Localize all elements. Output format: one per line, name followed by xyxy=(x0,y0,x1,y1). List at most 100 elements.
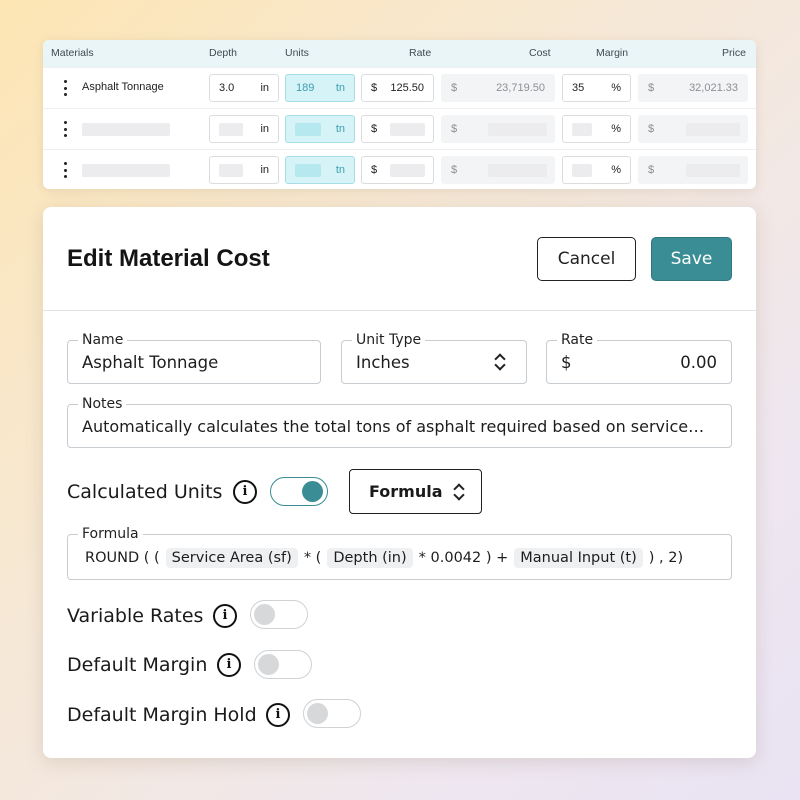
calculation-mode-value: Formula xyxy=(369,482,443,501)
header-rate: Rate xyxy=(409,47,432,59)
rate-input[interactable]: $ xyxy=(361,156,434,184)
table-row: Asphalt Tonnage 3.0 in 189 tn $ 125.50 $… xyxy=(43,67,756,107)
depth-value: 3.0 xyxy=(219,82,235,94)
cost-symbol: $ xyxy=(451,82,458,94)
edit-material-cost-dialog: Edit Material Cost Cancel Save Name Asph… xyxy=(43,207,756,758)
default-margin-hold-label: Default Margin Hold xyxy=(67,704,257,726)
units-unit: tn xyxy=(335,82,345,94)
table-row: in tn $ $ % $ xyxy=(43,108,756,148)
units-unit: tn xyxy=(335,164,345,176)
depth-input[interactable]: 3.0 in xyxy=(209,74,279,102)
table-header: Materials Depth Units Rate Cost Margin P… xyxy=(43,40,756,67)
material-name: Asphalt Tonnage xyxy=(82,81,164,93)
unit-type-value: Inches xyxy=(356,353,410,372)
header-units: Units xyxy=(285,47,309,59)
margin-input[interactable]: 35 % xyxy=(562,74,631,102)
header-divider xyxy=(43,310,756,311)
rate-input[interactable]: $ xyxy=(361,115,434,143)
formula-chip-service-area[interactable]: Service Area (sf) xyxy=(165,548,298,568)
default-margin-hold-toggle[interactable] xyxy=(303,699,361,728)
header-cost: Cost xyxy=(529,47,551,59)
formula-token: * 0.0042 ) + xyxy=(418,550,509,566)
materials-table: Materials Depth Units Rate Cost Margin P… xyxy=(43,40,756,189)
cost-symbol: $ xyxy=(451,164,458,176)
variable-rates-info-icon[interactable]: i xyxy=(213,604,237,628)
margin-unit: % xyxy=(611,164,621,176)
table-row: in tn $ $ % $ xyxy=(43,149,756,189)
rate-symbol: $ xyxy=(371,164,378,176)
save-button[interactable]: Save xyxy=(651,237,732,281)
dialog-title: Edit Material Cost xyxy=(67,245,270,272)
units-unit: tn xyxy=(335,123,345,135)
calculated-units-toggle[interactable] xyxy=(270,477,328,506)
formula-expression: ROUND ( ( Service Area (sf) * ( Depth (i… xyxy=(82,548,686,568)
margin-unit: % xyxy=(611,123,621,135)
unit-type-label: Unit Type xyxy=(352,332,426,348)
cost-value: 23,719.50 xyxy=(496,82,545,94)
unit-type-select[interactable]: Unit Type Inches xyxy=(341,332,527,384)
rate-label: Rate xyxy=(557,332,598,348)
formula-token: ) , 2) xyxy=(648,550,684,566)
chevron-up-down-icon xyxy=(494,352,506,372)
rate-symbol: $ xyxy=(561,353,572,372)
margin-value: 35 xyxy=(572,82,585,94)
default-margin-label: Default Margin xyxy=(67,654,208,676)
notes-input[interactable]: Notes Automatically calculates the total… xyxy=(67,396,732,448)
header-margin: Margin xyxy=(596,47,629,59)
cost-field: $ 23,719.50 xyxy=(441,74,555,102)
toggle-knob xyxy=(254,604,275,625)
chevron-up-down-icon xyxy=(453,482,465,502)
notes-value: Automatically calculates the total tons … xyxy=(82,417,705,436)
header-depth: Depth xyxy=(209,47,238,59)
name-placeholder xyxy=(82,164,170,177)
default-margin-info-icon[interactable]: i xyxy=(217,653,241,677)
name-value: Asphalt Tonnage xyxy=(82,353,219,372)
calculated-units-label: Calculated Units xyxy=(67,481,223,503)
formula-chip-manual-input[interactable]: Manual Input (t) xyxy=(514,548,643,568)
calculation-mode-select[interactable]: Formula xyxy=(349,469,482,514)
rate-value: 125.50 xyxy=(390,82,424,94)
formula-input[interactable]: Formula ROUND ( ( Service Area (sf) * ( … xyxy=(67,526,732,580)
margin-input[interactable]: % xyxy=(562,156,631,184)
margin-input[interactable]: % xyxy=(562,115,631,143)
name-placeholder xyxy=(82,123,170,136)
formula-chip-depth[interactable]: Depth (in) xyxy=(327,548,413,568)
depth-unit: in xyxy=(260,123,269,135)
depth-input[interactable]: in xyxy=(209,156,279,184)
cost-field: $ xyxy=(441,156,555,184)
name-label: Name xyxy=(78,332,128,348)
rate-symbol: $ xyxy=(371,82,378,94)
toggle-knob xyxy=(302,481,323,502)
row-menu-kebab-icon[interactable] xyxy=(63,80,67,96)
depth-unit: in xyxy=(260,164,269,176)
formula-label: Formula xyxy=(78,526,143,542)
cost-symbol: $ xyxy=(451,123,458,135)
default-margin-hold-info-icon[interactable]: i xyxy=(266,703,290,727)
row-menu-kebab-icon[interactable] xyxy=(63,162,67,178)
name-input[interactable]: Name Asphalt Tonnage xyxy=(67,332,321,384)
price-symbol: $ xyxy=(648,123,655,135)
formula-token: ROUND ( ( xyxy=(85,550,160,566)
toggle-knob xyxy=(258,654,279,675)
variable-rates-label: Variable Rates xyxy=(67,605,204,627)
default-margin-toggle[interactable] xyxy=(254,650,312,679)
price-value: 32,021.33 xyxy=(689,82,738,94)
depth-unit: in xyxy=(260,82,269,94)
depth-input[interactable]: in xyxy=(209,115,279,143)
formula-token: * ( xyxy=(303,550,322,566)
cancel-button[interactable]: Cancel xyxy=(537,237,636,281)
rate-value: 0.00 xyxy=(680,353,717,372)
rate-input[interactable]: $ 125.50 xyxy=(361,74,434,102)
row-menu-kebab-icon[interactable] xyxy=(63,121,67,137)
variable-rates-toggle[interactable] xyxy=(250,600,308,629)
units-field[interactable]: 189 tn xyxy=(285,74,355,102)
price-field: $ xyxy=(638,115,748,143)
calculated-units-info-icon[interactable]: i xyxy=(233,480,257,504)
cost-field: $ xyxy=(441,115,555,143)
rate-input[interactable]: Rate $ 0.00 xyxy=(546,332,732,384)
units-field[interactable]: tn xyxy=(285,115,355,143)
notes-label: Notes xyxy=(78,396,127,412)
units-value: 189 xyxy=(296,82,315,94)
units-field[interactable]: tn xyxy=(285,156,355,184)
toggle-knob xyxy=(307,703,328,724)
